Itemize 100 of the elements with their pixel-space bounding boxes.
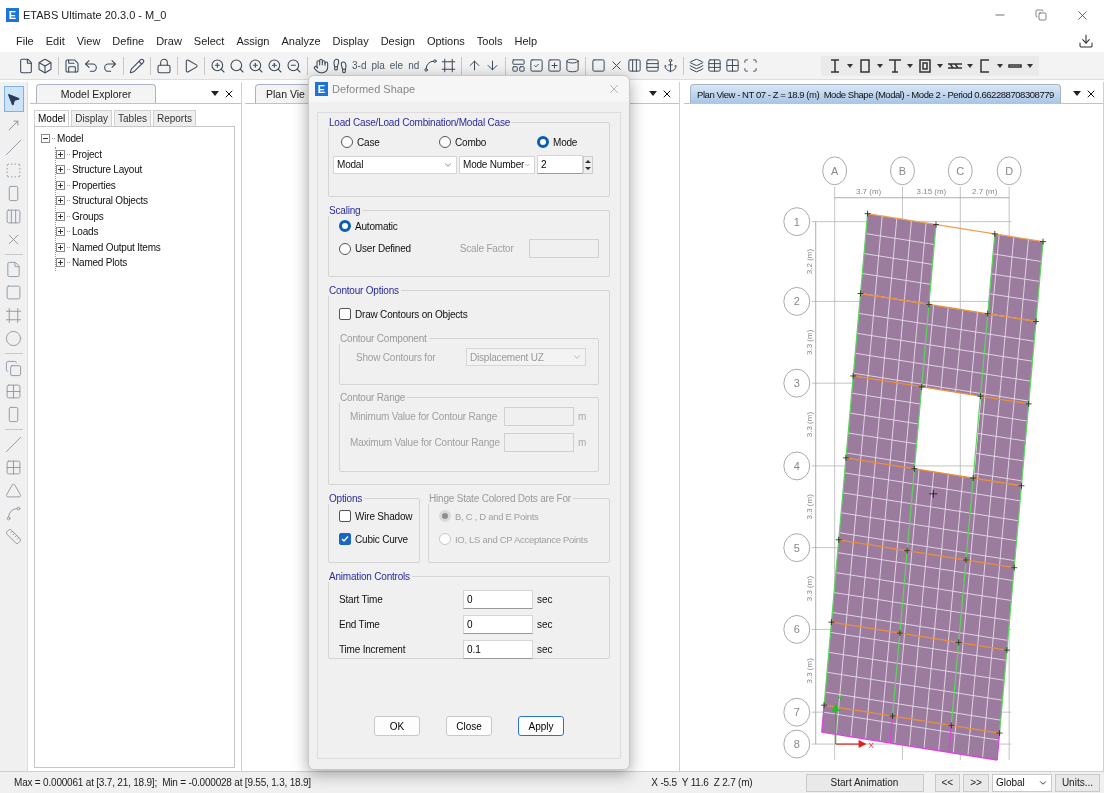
expand-icon[interactable] <box>56 242 65 252</box>
radio-option[interactable]: Combo <box>439 136 531 148</box>
hand-icon[interactable] <box>313 57 329 74</box>
tab[interactable]: Display <box>71 110 113 126</box>
dialog-button[interactable]: OK <box>374 716 420 736</box>
tree-item[interactable]: Named Output Items <box>72 241 161 253</box>
redo-icon[interactable] <box>102 57 118 74</box>
rows-icon[interactable] <box>645 58 661 73</box>
toolbar-button[interactable]: ele <box>388 60 405 71</box>
caret-icon[interactable] <box>907 63 914 68</box>
zoom-in-icon[interactable] <box>267 57 283 74</box>
tab[interactable]: Tables <box>114 110 151 126</box>
panel-tab[interactable]: Plan View - NT 07 - Z = 18.9 (m) Mode Shape (Modal) - Mode 2 - Period 0.662288708308779 <box>690 84 1061 103</box>
next-button[interactable]: >> <box>963 773 989 792</box>
zoom-in-icon[interactable] <box>210 57 226 74</box>
toolbar-button[interactable]: nd <box>407 60 421 71</box>
time-field[interactable]: 0.1 <box>463 640 533 659</box>
caret-icon[interactable] <box>847 63 854 68</box>
toolbar-button[interactable]: 3-d <box>351 60 368 71</box>
dropdown-icon[interactable] <box>1073 91 1081 96</box>
range-field[interactable] <box>504 407 574 426</box>
add-box-icon[interactable] <box>547 58 563 73</box>
zoom-out-icon[interactable] <box>286 57 302 74</box>
radio-button[interactable] <box>339 242 351 255</box>
radio-option[interactable]: Case <box>341 136 433 148</box>
checkbox-icon[interactable] <box>529 58 545 73</box>
menu-item[interactable]: File <box>10 33 40 49</box>
cube-icon[interactable] <box>37 57 53 74</box>
lock-icon[interactable] <box>156 57 172 74</box>
menu-item[interactable]: View <box>70 33 107 49</box>
dropdown-icon[interactable] <box>649 91 657 96</box>
caret-icon[interactable] <box>997 63 1004 68</box>
time-field[interactable]: 0 <box>463 615 533 634</box>
pointer-tool[interactable] <box>3 86 24 112</box>
range-field[interactable] <box>504 433 574 452</box>
menu-item[interactable]: Tools <box>470 33 509 49</box>
expand-icon[interactable] <box>56 227 65 237</box>
mode-number-field[interactable]: 2 <box>537 155 583 174</box>
toolbar-button[interactable]: pla <box>370 60 386 71</box>
menu-item[interactable]: Define <box>106 33 151 49</box>
radio-button[interactable] <box>339 220 351 232</box>
tree-item[interactable]: Structure Layout <box>72 164 143 176</box>
tree-item[interactable]: Named Plots <box>72 257 128 269</box>
menu-item[interactable]: Design <box>374 33 421 49</box>
radio-button[interactable] <box>341 136 353 148</box>
expand-icon[interactable] <box>56 196 65 206</box>
new-file-icon[interactable] <box>18 57 34 74</box>
download-icon[interactable] <box>1078 33 1094 49</box>
caret-icon[interactable] <box>967 63 974 68</box>
columns-icon[interactable] <box>627 58 643 73</box>
footprints-icon[interactable] <box>332 57 348 74</box>
radio-button[interactable] <box>537 136 549 148</box>
radio-option[interactable]: User Defined <box>339 242 454 255</box>
case-select[interactable]: Modal <box>333 155 457 174</box>
caret-icon[interactable] <box>937 63 944 68</box>
panel-tab[interactable]: Model Explorer <box>36 84 156 103</box>
tree-item[interactable]: Project <box>72 148 102 160</box>
dialog-button[interactable]: Close <box>446 716 492 736</box>
caret-icon[interactable] <box>1027 63 1034 68</box>
checkbox[interactable] <box>339 510 351 522</box>
coordinate-system-select[interactable]: Global <box>991 773 1052 792</box>
radio-button[interactable] <box>439 136 451 148</box>
start-animation-button[interactable]: Start Animation <box>805 773 924 792</box>
tab[interactable]: Reports <box>152 110 196 126</box>
search-icon[interactable] <box>229 57 245 74</box>
tree-item[interactable]: Groups <box>72 210 104 222</box>
tree-item[interactable]: Loads <box>72 226 99 238</box>
units-button[interactable]: Units... <box>1054 773 1100 792</box>
arrow-icon[interactable] <box>6 118 21 133</box>
undo-icon[interactable] <box>83 57 99 74</box>
expand-icon[interactable] <box>56 149 65 159</box>
menu-item[interactable]: Options <box>420 33 471 49</box>
menu-item[interactable]: Analyze <box>275 33 327 49</box>
menu-item[interactable]: Edit <box>39 33 71 49</box>
tree-item[interactable]: Model <box>57 133 84 145</box>
zoom-in-icon[interactable] <box>248 57 264 74</box>
layers-icon[interactable] <box>689 58 705 73</box>
spinner-icon[interactable] <box>583 155 593 174</box>
mode-select[interactable]: Mode Number <box>459 155 535 174</box>
anchor-icon[interactable] <box>663 58 679 73</box>
radio-option[interactable]: Automatic <box>339 220 459 232</box>
restore-icon[interactable] <box>1035 9 1047 21</box>
previous-button[interactable]: << <box>934 773 961 792</box>
pointer-icon[interactable] <box>6 91 21 107</box>
tree-item[interactable]: Structural Objects <box>72 195 148 207</box>
expand-icon[interactable] <box>56 258 65 268</box>
pencil-icon[interactable] <box>129 57 145 74</box>
menu-item[interactable]: Display <box>326 33 375 49</box>
expand-icon[interactable] <box>56 211 65 221</box>
expand-icon[interactable] <box>56 180 65 190</box>
collapse-icon[interactable] <box>41 134 50 144</box>
menu-item[interactable]: Assign <box>230 33 276 49</box>
grid-icon[interactable] <box>725 58 741 73</box>
dialog-button[interactable]: Apply <box>518 716 564 736</box>
menu-item[interactable]: Select <box>187 33 231 49</box>
expand-icon[interactable] <box>56 165 65 175</box>
box-section-icon[interactable] <box>917 57 934 74</box>
tab[interactable]: Model <box>34 110 70 126</box>
caret-icon[interactable] <box>877 63 884 68</box>
time-field[interactable]: 0 <box>463 590 533 609</box>
